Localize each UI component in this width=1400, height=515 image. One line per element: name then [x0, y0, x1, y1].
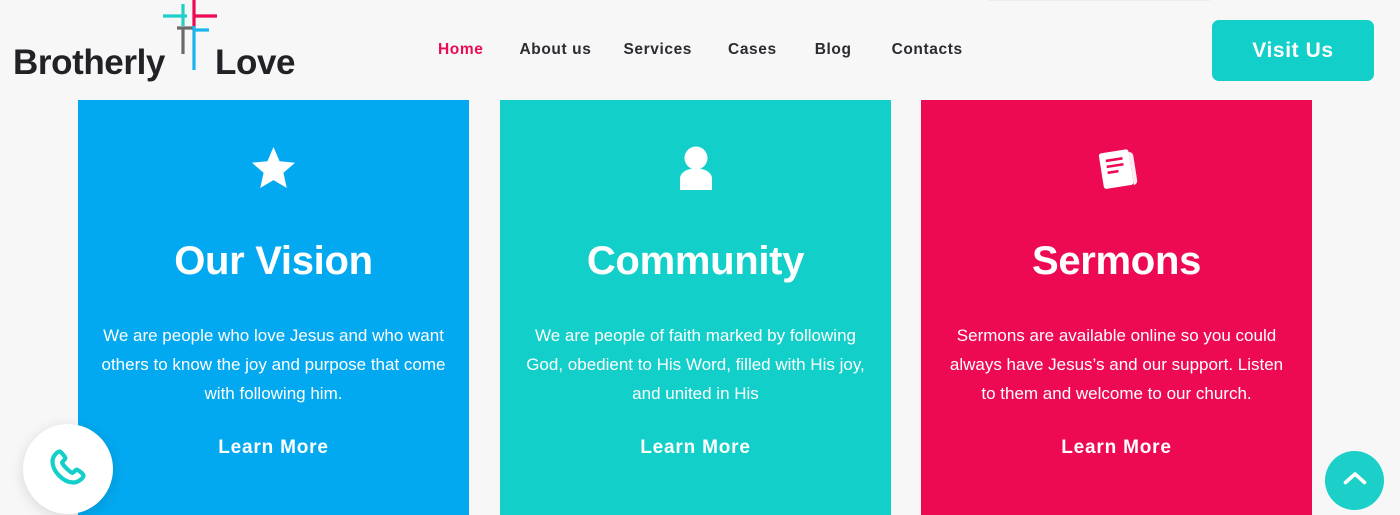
call-button[interactable]	[23, 424, 113, 514]
header-top-divider	[988, 0, 1210, 1]
card-description: We are people of faith marked by followi…	[526, 326, 865, 403]
learn-more-link[interactable]: Learn More	[1061, 437, 1171, 459]
feature-card-our-vision[interactable]: Our Vision We are people who love Jesus …	[78, 100, 469, 515]
book-icon	[1094, 142, 1140, 194]
nav-item-cases[interactable]: Cases	[728, 41, 777, 59]
feature-cards-section: Our Vision We are people who love Jesus …	[0, 100, 1400, 515]
site-header: Brotherly Love Home About us Services Ca…	[0, 0, 1400, 100]
feature-card-sermons[interactable]: Sermons Sermons are available online so …	[921, 100, 1312, 515]
nav-item-services[interactable]: Services	[623, 41, 692, 59]
phone-icon	[47, 446, 89, 493]
card-title: Sermons	[1031, 239, 1202, 283]
feature-card-community[interactable]: Community We are people of faith marked …	[500, 100, 891, 515]
nav-item-contacts[interactable]: Contacts	[892, 41, 963, 59]
site-logo[interactable]: Brotherly Love	[13, 0, 296, 82]
main-navigation: Home About us Services Cases Blog Contac…	[438, 0, 963, 100]
learn-more-link[interactable]: Learn More	[640, 437, 750, 459]
chevron-up-icon	[1343, 471, 1367, 491]
cross-icon	[161, 0, 219, 76]
nav-item-about-us[interactable]: About us	[519, 41, 591, 59]
star-icon	[251, 142, 296, 194]
card-description: Sermons are available online so you coul…	[949, 326, 1284, 403]
card-title: Our Vision	[174, 239, 373, 283]
learn-more-link[interactable]: Learn More	[218, 437, 328, 459]
card-title: Community	[586, 239, 805, 283]
logo-text-primary: Brotherly	[13, 43, 165, 82]
nav-item-home[interactable]: Home	[438, 41, 483, 59]
person-icon	[676, 142, 716, 194]
logo-text-secondary: Love	[215, 43, 296, 82]
scroll-to-top-button[interactable]	[1325, 451, 1384, 510]
nav-item-blog[interactable]: Blog	[815, 41, 852, 59]
card-description: We are people who love Jesus and who wan…	[101, 326, 446, 403]
visit-us-button[interactable]: Visit Us	[1212, 20, 1374, 81]
